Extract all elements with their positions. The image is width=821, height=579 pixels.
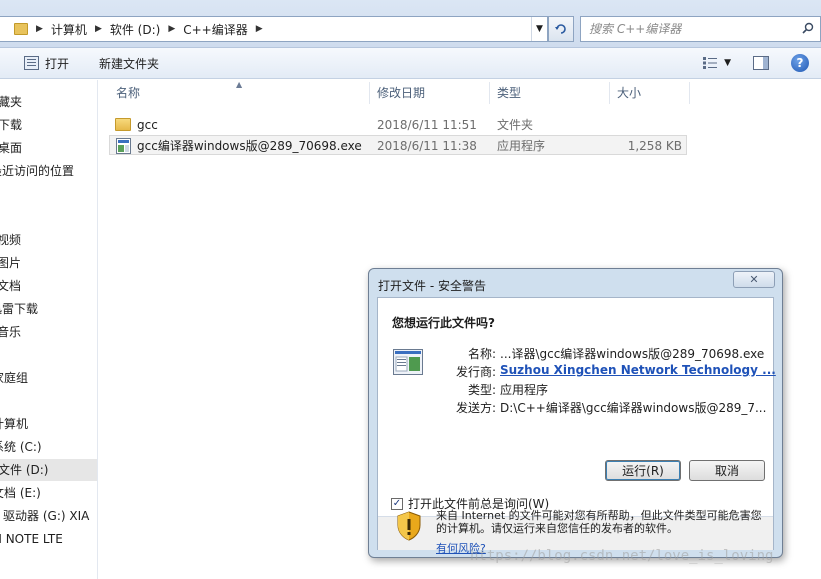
column-divider[interactable] bbox=[369, 82, 370, 104]
nav-item-music[interactable]: 音乐 bbox=[0, 321, 97, 343]
field-label-name: 名称: bbox=[467, 347, 496, 361]
nav-item-computer[interactable]: 计算机 bbox=[0, 413, 97, 435]
nav-item-label: 下载 bbox=[0, 118, 23, 132]
close-button[interactable]: ✕ bbox=[733, 271, 775, 288]
shield-warning-icon bbox=[397, 511, 421, 541]
nav-item-homegroup[interactable]: 家庭组 bbox=[0, 367, 97, 389]
nav-item-label: 文档 (E:) bbox=[0, 486, 41, 500]
security-warning-dialog: 打开文件 - 安全警告 ✕ 您想运行此文件吗? 名称: ...译器\gcc编译器… bbox=[368, 268, 783, 558]
close-icon: ✕ bbox=[749, 273, 759, 286]
nav-item-label: MI NOTE LTE bbox=[0, 532, 63, 546]
view-options-icon[interactable] bbox=[702, 56, 718, 70]
folder-icon bbox=[115, 118, 131, 131]
nav-item-drive-d[interactable]: 文件 (D:) bbox=[0, 459, 97, 481]
view-dropdown-chevron-icon[interactable]: ▼ bbox=[724, 58, 731, 68]
new-folder-label: 新建文件夹 bbox=[99, 56, 160, 71]
file-date: 2018/6/11 11:51 bbox=[377, 118, 477, 132]
preview-pane-icon[interactable] bbox=[753, 56, 769, 70]
chevron-right-icon[interactable]: ▶ bbox=[256, 24, 263, 34]
nav-item-drive-c[interactable]: 系统 (C:) bbox=[0, 436, 97, 458]
breadcrumb-drive-d[interactable]: 软件 (D:) bbox=[110, 21, 160, 38]
column-header-type[interactable]: 类型 bbox=[497, 80, 521, 107]
search-icon[interactable] bbox=[802, 22, 814, 34]
search-input[interactable] bbox=[581, 22, 786, 36]
always-ask-checkbox[interactable]: ✓ bbox=[391, 497, 403, 510]
address-bar[interactable]: ▶ 计算机 ▶ 软件 (D:) ▶ C++编译器 ▶ ▼ bbox=[0, 16, 548, 42]
field-value-from: D:\C++编译器\gcc编译器windows版@289_7... bbox=[500, 401, 767, 415]
nav-item-label: 计算机 bbox=[0, 417, 29, 431]
watermark: https://blog.csdn.net/love_is_loving bbox=[470, 548, 774, 564]
nav-item-drive-e[interactable]: 文档 (E:) bbox=[0, 482, 97, 504]
breadcrumb-computer[interactable]: 计算机 bbox=[51, 21, 87, 38]
nav-item-drive-g[interactable]: D 驱动器 (G:) XIA bbox=[0, 505, 97, 527]
nav-item-label: D 驱动器 (G:) XIA bbox=[0, 509, 90, 523]
chevron-right-icon[interactable]: ▶ bbox=[36, 24, 43, 34]
dialog-footer: 来自 Internet 的文件可能对您有所帮助，但此文件类型可能危害您的计算机。… bbox=[378, 509, 773, 555]
nav-item-label: 藏夹 bbox=[0, 95, 23, 109]
field-label-publisher: 发行商: bbox=[455, 365, 496, 379]
file-size: 1,258 KB bbox=[627, 139, 682, 153]
nav-item-desktop[interactable]: 桌面 bbox=[0, 137, 97, 159]
search-box[interactable] bbox=[580, 16, 821, 42]
file-row[interactable]: gcc编译器windows版@289_70698.exe 2018/6/11 1… bbox=[109, 135, 687, 155]
column-divider[interactable] bbox=[609, 82, 610, 104]
nav-item-label: 音乐 bbox=[0, 325, 22, 339]
file-name: gcc bbox=[137, 118, 158, 132]
refresh-button[interactable] bbox=[548, 16, 574, 42]
column-header-size[interactable]: 大小 bbox=[617, 80, 641, 107]
help-icon[interactable]: ? bbox=[791, 54, 809, 72]
nav-item-label: 图片 bbox=[0, 256, 22, 270]
chevron-right-icon[interactable]: ▶ bbox=[95, 24, 102, 34]
file-name: gcc编译器windows版@289_70698.exe bbox=[137, 139, 362, 153]
dialog-title: 打开文件 - 安全警告 bbox=[378, 279, 486, 293]
nav-item-pictures[interactable]: 图片 bbox=[0, 252, 97, 274]
file-type: 文件夹 bbox=[497, 118, 534, 132]
nav-item-mi-note[interactable]: MI NOTE LTE bbox=[0, 528, 97, 550]
file-date: 2018/6/11 11:38 bbox=[377, 139, 477, 153]
open-label: 打开 bbox=[45, 56, 70, 71]
exe-icon bbox=[116, 138, 131, 154]
sort-ascending-icon: ▲ bbox=[236, 80, 243, 89]
nav-item-favorites[interactable]: 藏夹 bbox=[0, 91, 97, 113]
security-warning-text: 来自 Internet 的文件可能对您有所帮助，但此文件类型可能危害您的计算机。… bbox=[436, 509, 762, 535]
toolbar: 打开 新建文件夹 ▼ ? bbox=[0, 48, 821, 79]
field-value-name: ...译器\gcc编译器windows版@289_70698.exe bbox=[500, 347, 765, 361]
nav-item-label: 家庭组 bbox=[0, 371, 29, 385]
publisher-link[interactable]: Suzhou Xingchen Network Technology ... bbox=[500, 363, 776, 377]
breadcrumb-compiler-folder[interactable]: C++编译器 bbox=[183, 21, 248, 38]
folder-icon bbox=[14, 23, 28, 35]
nav-item-label: 迅雷下载 bbox=[0, 302, 39, 316]
nav-item-label: 最近访问的位置 bbox=[0, 164, 75, 178]
nav-item-label: 文件 (D:) bbox=[0, 463, 49, 477]
address-row: ▶ 计算机 ▶ 软件 (D:) ▶ C++编译器 ▶ ▼ bbox=[0, 0, 821, 48]
field-value-type: 应用程序 bbox=[500, 383, 549, 397]
nav-item-documents[interactable]: 文档 bbox=[0, 275, 97, 297]
file-type: 应用程序 bbox=[497, 139, 546, 153]
nav-item-downloads[interactable]: 下载 bbox=[0, 114, 97, 136]
run-button[interactable]: 运行(R) bbox=[605, 460, 681, 481]
column-header-name[interactable]: 名称 bbox=[116, 80, 140, 107]
column-header-date[interactable]: 修改日期 bbox=[377, 80, 425, 107]
nav-item-label: 系统 (C:) bbox=[0, 440, 42, 454]
nav-item-label: 视频 bbox=[0, 233, 22, 247]
field-label-from: 发送方: bbox=[455, 401, 496, 415]
refresh-icon bbox=[555, 24, 566, 34]
new-folder-button[interactable]: 新建文件夹 bbox=[93, 51, 165, 75]
nav-item-videos[interactable]: 视频 bbox=[0, 229, 97, 251]
nav-item-label: 桌面 bbox=[0, 141, 23, 155]
column-divider[interactable] bbox=[489, 82, 490, 104]
cancel-button[interactable]: 取消 bbox=[689, 460, 765, 481]
nav-item-thunder-downloads[interactable]: 迅雷下载 bbox=[0, 298, 97, 320]
column-divider[interactable] bbox=[689, 82, 690, 104]
file-row[interactable]: gcc 2018/6/11 11:51 文件夹 bbox=[109, 115, 687, 135]
chevron-right-icon[interactable]: ▶ bbox=[168, 24, 175, 34]
open-button[interactable]: 打开 bbox=[18, 51, 75, 75]
open-icon bbox=[24, 56, 39, 70]
navigation-pane: 藏夹 下载 桌面 最近访问的位置 视频 图片 文档 迅雷下载 音乐 家庭组 计算… bbox=[0, 80, 98, 579]
nav-item-label: 文档 bbox=[0, 279, 22, 293]
dialog-question: 您想运行此文件吗? bbox=[392, 316, 495, 330]
field-label-type: 类型: bbox=[467, 383, 496, 397]
chevron-down-icon[interactable]: ▼ bbox=[531, 17, 547, 41]
nav-item-recent-places[interactable]: 最近访问的位置 bbox=[0, 160, 97, 182]
